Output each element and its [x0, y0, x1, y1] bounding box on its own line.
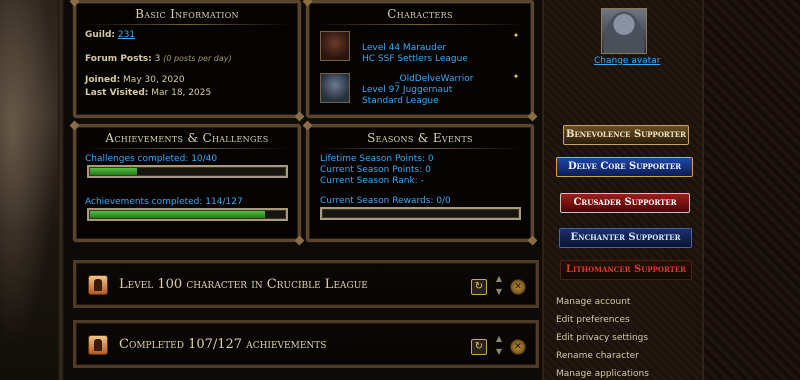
change-avatar-link[interactable]: Change avatar — [594, 56, 660, 66]
marauder-portrait-icon[interactable] — [320, 31, 350, 61]
remove-icon[interactable]: ✕ — [510, 339, 526, 355]
right-decorative-backdrop — [704, 0, 800, 380]
achievement-title: Completed 107/127 achievements — [119, 337, 327, 352]
joined-label: Joined: — [85, 75, 121, 85]
juggernaut-portrait-icon[interactable] — [320, 73, 350, 103]
achievement-row: Completed 107/127 achievements ↻ ▲ ▼ ✕ — [73, 320, 539, 368]
achievement-icon — [88, 335, 108, 355]
title-divider — [84, 148, 290, 149]
edit-privacy-settings-link[interactable]: Edit privacy settings — [556, 333, 648, 343]
character-level: Level 97 Juggernaut — [362, 85, 453, 95]
enchanter-supporter-badge[interactable]: Enchanter Supporter — [559, 228, 692, 248]
arrow-down-icon[interactable]: ▼ — [491, 288, 507, 296]
last-visited-label: Last Visited: — [85, 88, 149, 98]
achievement-icon — [88, 275, 108, 295]
avatar[interactable] — [601, 8, 647, 54]
character-level[interactable]: Level 44 Marauder — [362, 43, 446, 53]
left-decorative-backdrop — [0, 0, 64, 380]
last-visited-row: Last Visited: Mar 18, 2025 — [85, 88, 211, 98]
achievements-progress-bar — [87, 208, 288, 221]
challenges-label[interactable]: Challenges completed: 10/40 — [85, 154, 217, 164]
joined-value: May 30, 2020 — [123, 75, 185, 85]
arrow-down-icon[interactable]: ▼ — [491, 348, 507, 356]
challenges-progress-fill — [90, 168, 138, 175]
character-league: Standard League — [362, 96, 439, 106]
crusader-supporter-badge[interactable]: Crusader Supporter — [560, 193, 690, 213]
rename-character-link[interactable]: Rename character — [556, 351, 639, 361]
season-rewards-progress-bar — [320, 207, 521, 220]
forum-posts-note: (0 posts per day) — [163, 54, 232, 63]
achievement-title: Level 100 character in Crucible League — [119, 277, 368, 292]
panel-title: Seasons & Events — [367, 131, 473, 145]
benevolence-supporter-badge[interactable]: Benevolence Supporter — [563, 125, 689, 145]
current-season-points: Current Season Points: 0 — [320, 165, 431, 175]
remove-icon[interactable]: ✕ — [510, 279, 526, 295]
manage-applications-link[interactable]: Manage applications — [556, 369, 649, 379]
lithomancer-supporter-badge[interactable]: Lithomancer Supporter — [560, 260, 692, 280]
forum-posts-value: 3 — [154, 54, 161, 64]
achievements-label[interactable]: Achievements completed: 114/127 — [85, 197, 243, 207]
refresh-icon[interactable]: ↻ — [471, 339, 487, 355]
reorder-arrows-icon[interactable]: ▲ ▼ — [491, 275, 507, 297]
arrow-up-icon[interactable]: ▲ — [491, 275, 507, 283]
character-badge-icon: ✦ — [512, 31, 520, 40]
title-divider — [317, 148, 523, 149]
current-season-rewards: Current Season Rewards: 0/0 — [320, 196, 451, 206]
reorder-arrows-icon[interactable]: ▲ ▼ — [491, 335, 507, 357]
lifetime-season-points: Lifetime Season Points: 0 — [320, 154, 434, 164]
character-name[interactable]: _OldDelveWarrior — [395, 74, 473, 84]
joined-row: Joined: May 30, 2020 — [85, 75, 185, 85]
panel-title: Characters — [387, 7, 453, 21]
delve-core-supporter-badge[interactable]: Delve Core Supporter — [556, 157, 693, 177]
achievement-row: Level 100 character in Crucible League ↻… — [73, 260, 539, 308]
challenges-progress-bar — [87, 165, 288, 178]
character-badge-icon: ✦ — [512, 72, 520, 81]
characters-panel: Characters Level 44 Marauder HC SSF Sett… — [306, 0, 534, 118]
guild-row: Guild: 231 — [85, 30, 135, 40]
guild-label: Guild: — [85, 30, 116, 40]
title-divider — [317, 24, 523, 25]
panel-title: Achievements & Challenges — [105, 131, 269, 145]
panel-title: Basic Information — [135, 7, 239, 21]
refresh-icon[interactable]: ↻ — [471, 279, 487, 295]
forum-posts-label: Forum Posts: — [85, 54, 152, 64]
forum-posts-row: Forum Posts: 3 (0 posts per day) — [85, 54, 232, 64]
manage-account-link[interactable]: Manage account — [556, 297, 630, 307]
last-visited-value: Mar 18, 2025 — [151, 88, 212, 98]
guild-link[interactable]: 231 — [118, 30, 135, 40]
achievements-panel: Achievements & Challenges Challenges com… — [73, 124, 301, 242]
character-league: HC SSF Settlers League — [362, 54, 468, 64]
current-season-rank: Current Season Rank: - — [320, 176, 424, 186]
edit-preferences-link[interactable]: Edit preferences — [556, 315, 630, 325]
achievements-progress-fill — [90, 211, 265, 218]
basic-information-panel: Basic Information Guild: 231 Forum Posts… — [73, 0, 301, 118]
arrow-up-icon[interactable]: ▲ — [491, 335, 507, 343]
title-divider — [84, 24, 290, 25]
seasons-events-panel: Seasons & Events Lifetime Season Points:… — [306, 124, 534, 242]
